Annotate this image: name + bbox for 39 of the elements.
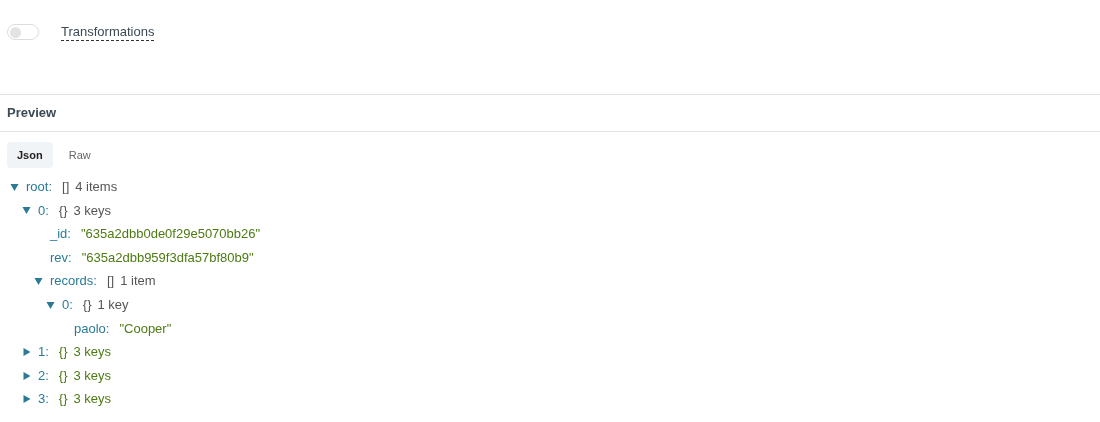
json-brace: {}	[58, 390, 68, 409]
json-summary: 4 items	[75, 178, 118, 197]
json-key: 1:	[38, 342, 49, 362]
view-tab[interactable]: Raw	[58, 142, 101, 168]
json-brace: {}	[58, 366, 68, 385]
caret-down-icon[interactable]	[33, 276, 44, 287]
json-key: 3:	[38, 389, 49, 409]
preview-title: Preview	[7, 104, 57, 123]
json-key: 0:	[62, 295, 73, 315]
caret-down-icon[interactable]	[21, 205, 32, 216]
caret-right-icon[interactable]	[21, 346, 32, 357]
json-key: 2:	[38, 365, 49, 386]
json-brace: []	[62, 178, 70, 197]
json-key: 0:	[38, 200, 49, 221]
json-key: root:	[26, 177, 52, 197]
caret-right-icon[interactable]	[21, 370, 32, 381]
json-value: "635a2dbb959f3dfa57bf80b9"	[81, 248, 254, 267]
json-summary: 1 key	[97, 296, 129, 314]
view-tab[interactable]: Json	[7, 142, 53, 168]
json-key: paolo:	[74, 318, 110, 339]
transformations-label: Transformations	[61, 23, 155, 41]
caret-down-icon[interactable]	[9, 181, 20, 192]
json-summary: 3 keys	[73, 343, 112, 362]
json-value: "635a2dbb0de0f29e5070bb26"	[80, 225, 261, 244]
caret-right-icon[interactable]	[21, 394, 32, 405]
toggle-switch[interactable]	[7, 24, 39, 40]
json-key: rev:	[50, 247, 72, 268]
json-brace: []	[106, 272, 115, 291]
json-summary: 3 keys	[73, 366, 112, 385]
json-key: records:	[50, 271, 97, 291]
caret-down-icon[interactable]	[45, 299, 56, 310]
json-brace: {}	[58, 343, 68, 362]
json-brace: {}	[58, 201, 68, 220]
json-summary: 1 item	[120, 272, 156, 291]
json-value: "Cooper"	[119, 319, 172, 338]
json-key: _id:	[50, 224, 71, 244]
json-brace: {}	[82, 296, 92, 314]
json-summary: 3 keys	[73, 201, 112, 220]
json-summary: 3 keys	[73, 390, 112, 409]
